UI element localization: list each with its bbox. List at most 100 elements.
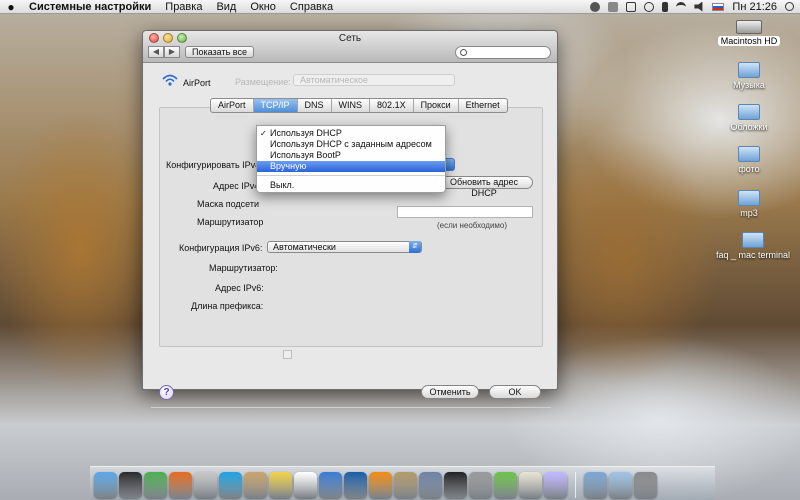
folder-icon — [738, 104, 760, 120]
dhcp-client-id-field[interactable] — [397, 206, 533, 218]
window-footer-ghost — [151, 407, 551, 421]
desktop-icon-music[interactable]: Музыка — [712, 62, 786, 90]
menu-item-off[interactable]: Выкл. — [257, 180, 445, 191]
ipv6-config-label: Конфигурация IPv6: — [179, 243, 263, 253]
menu-help[interactable]: Справка — [283, 1, 340, 13]
dock-app-icon[interactable] — [394, 472, 417, 498]
router-label: Маршрутизатор — [197, 217, 264, 227]
window-titlebar[interactable]: Сеть ◀ ▶ Показать все — [143, 31, 557, 63]
network-preferences-window: Сеть ◀ ▶ Показать все AirPort Размещение… — [142, 30, 558, 408]
hard-drive-icon — [736, 20, 762, 34]
cancel-button[interactable]: Отменить — [421, 385, 479, 399]
dock-app-icon[interactable] — [584, 472, 607, 498]
tab-bar: AirPort TCP/IP DNS WINS 802.1X Прокси Et… — [210, 98, 508, 113]
apple-menu-icon[interactable]: ● — [0, 0, 22, 14]
menu-clock[interactable]: Пн 21:26 — [732, 1, 777, 13]
location-select-ghost: Автоматическое — [293, 74, 455, 86]
airport-label: AirPort — [183, 78, 211, 88]
ipv4-config-dropdown: Используя DHCP Используя DHCP с заданным… — [256, 125, 446, 193]
dock-app-icon[interactable] — [169, 472, 192, 498]
dock-app-icon[interactable] — [194, 472, 217, 498]
forward-arrow-icon[interactable]: ▶ — [164, 46, 180, 58]
tab-airport[interactable]: AirPort — [211, 99, 254, 112]
input-flag-icon[interactable] — [712, 2, 725, 11]
tab-wins[interactable]: WINS — [332, 99, 371, 112]
volume-icon[interactable] — [694, 1, 703, 12]
if-needed-hint: (если необходимо) — [437, 221, 508, 230]
airport-status-checkbox-ghost — [283, 350, 292, 359]
tab-proxy[interactable]: Прокси — [414, 99, 459, 112]
wifi-icon[interactable] — [676, 1, 687, 12]
dock-app-icon[interactable] — [119, 472, 142, 498]
menu-item-dhcp[interactable]: Используя DHCP — [257, 128, 445, 139]
dock-app-icon[interactable] — [319, 472, 342, 498]
dock-app-icon[interactable] — [294, 472, 317, 498]
search-input[interactable] — [455, 46, 551, 59]
eject-icon[interactable] — [608, 1, 619, 12]
bluetooth-icon[interactable] — [662, 1, 669, 12]
ipv6-config-select[interactable]: Автоматически ⇵ — [267, 241, 422, 253]
folder-icon — [738, 146, 760, 162]
desktop-icon-macintosh-hd[interactable]: Macintosh HD — [712, 20, 786, 46]
spotlight-icon[interactable] — [785, 2, 794, 11]
menu-app-name[interactable]: Системные настройки — [22, 1, 158, 13]
dock-app-icon[interactable] — [444, 472, 467, 498]
tab-8021x[interactable]: 802.1X — [370, 99, 414, 112]
window-body: AirPort Размещение: Автоматическое AirPo… — [143, 63, 557, 408]
status-icon[interactable] — [590, 1, 601, 12]
display-icon[interactable] — [626, 1, 637, 12]
dock-app-icon[interactable] — [244, 472, 267, 498]
dock-app-icon[interactable] — [609, 472, 632, 498]
ipv4-address-label: Адрес IPv4 — [213, 181, 260, 191]
tab-dns[interactable]: DNS — [298, 99, 332, 112]
desktop-icon-covers[interactable]: Обложки — [712, 104, 786, 132]
window-title: Сеть — [338, 33, 362, 44]
dock-app-icon[interactable] — [519, 472, 542, 498]
desktop-icon-faq-terminal[interactable]: faq _ mac terminal — [708, 232, 798, 260]
desktop-icon-photo[interactable]: фото — [712, 146, 786, 174]
folder-icon — [738, 62, 760, 78]
dock-app-icon[interactable] — [494, 472, 517, 498]
ipv4-config-label: Конфигурировать IPv4 — [166, 160, 261, 170]
menu-extras: Пн 21:26 — [590, 1, 800, 13]
dock-app-icon[interactable] — [544, 472, 567, 498]
menu-bar: ● Системные настройки Правка Вид Окно Сп… — [0, 0, 800, 14]
menu-window[interactable]: Окно — [243, 1, 283, 13]
folder-icon — [742, 232, 764, 248]
menu-view[interactable]: Вид — [209, 1, 243, 13]
airport-wifi-icon — [162, 74, 178, 86]
dock — [90, 466, 715, 500]
help-button[interactable]: ? — [159, 385, 174, 400]
select-arrows-icon: ⇵ — [409, 241, 421, 253]
tab-tcpip[interactable]: TCP/IP — [253, 99, 298, 112]
dock-app-icon[interactable] — [419, 472, 442, 498]
tab-ethernet[interactable]: Ethernet — [459, 99, 507, 112]
dock-separator — [575, 472, 576, 498]
dock-app-icon[interactable] — [269, 472, 292, 498]
ipv6-config-value: Автоматически — [273, 242, 336, 252]
back-arrow-icon[interactable]: ◀ — [148, 46, 164, 58]
search-icon — [460, 49, 467, 56]
desktop-icon-mp3[interactable]: mp3 — [712, 190, 786, 218]
nav-buttons: ◀ ▶ — [148, 46, 180, 58]
dock-app-icon[interactable] — [369, 472, 392, 498]
dock-app-icon[interactable] — [469, 472, 492, 498]
renew-dhcp-button[interactable]: Обновить адрес DHCP — [435, 176, 533, 198]
ok-button[interactable]: OK — [489, 385, 541, 399]
dock-app-icon[interactable] — [219, 472, 242, 498]
menu-item-manual[interactable]: Вручную — [257, 161, 445, 172]
menu-item-bootp[interactable]: Используя BootP — [257, 150, 445, 161]
show-all-button[interactable]: Показать все — [185, 46, 254, 58]
dock-app-icon[interactable] — [144, 472, 167, 498]
location-label-ghost: Размещение: — [235, 77, 291, 87]
dock-app-icon[interactable] — [94, 472, 117, 498]
menu-edit[interactable]: Правка — [158, 1, 209, 13]
time-machine-icon[interactable] — [644, 1, 655, 12]
prefix-length-label: Длина префикса: — [191, 301, 264, 311]
dock-app-icon[interactable] — [634, 472, 657, 498]
ipv6-address-label: Адрес IPv6: — [215, 283, 264, 293]
subnet-mask-label: Маска подсети — [197, 199, 260, 209]
menu-item-dhcp-manual-address[interactable]: Используя DHCP с заданным адресом — [257, 139, 445, 150]
dock-app-icon[interactable] — [344, 472, 367, 498]
menu-separator — [257, 175, 445, 176]
